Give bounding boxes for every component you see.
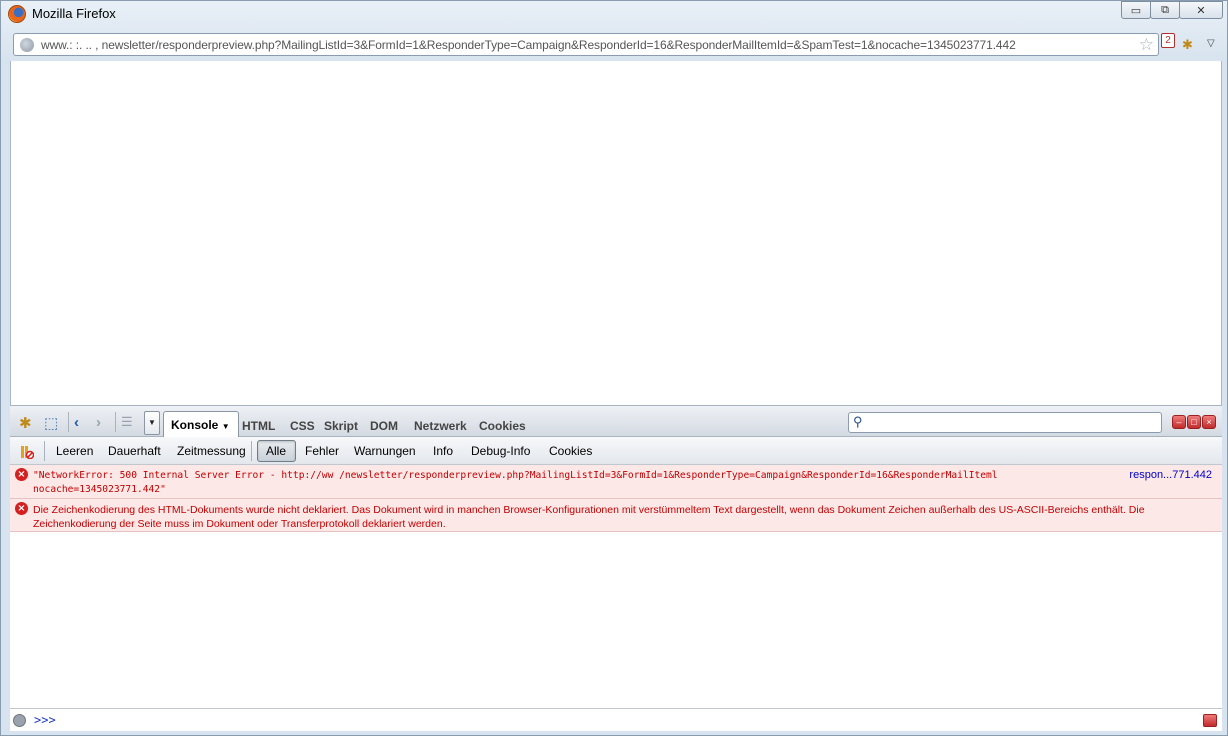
inspect-element-icon[interactable]: ⬚ [44, 414, 58, 432]
maximize-button[interactable]: ⧉ [1150, 1, 1180, 19]
error-message: Die Zeichenkodierung des HTML-Dokuments … [33, 504, 1145, 530]
tab-css[interactable]: CSS [290, 419, 315, 433]
address-dropdown-icon[interactable]: ▽ [1207, 38, 1215, 49]
firebug-minimize-button[interactable]: – [1172, 415, 1186, 429]
toolbar-divider [115, 412, 116, 432]
panel-dropdown-button[interactable]: ▼ [144, 411, 160, 435]
filter-debug-info-button[interactable]: Debug-Info [471, 444, 530, 458]
toolbar-divider [251, 441, 252, 461]
toolbar-divider [68, 412, 69, 432]
error-source-link[interactable]: respon...771.442 [1129, 469, 1212, 481]
error-message-line2: nocache=1345023771.442" [33, 484, 166, 495]
error-icon: × [15, 468, 28, 481]
clear-console-icon[interactable] [20, 445, 34, 459]
command-line: >>> [10, 708, 1222, 731]
address-bar[interactable]: www.: :. .. , newsletter/responderprevie… [13, 33, 1159, 56]
command-clear-icon[interactable] [1203, 714, 1217, 727]
address-path: newsletter/responderpreview.php?MailingL… [101, 38, 1016, 52]
tab-html[interactable]: HTML [242, 419, 275, 433]
command-input[interactable] [66, 712, 1196, 728]
firebug-status-icon[interactable]: ✱ [1182, 37, 1193, 53]
list-icon[interactable]: ☰ [121, 414, 133, 430]
site-identity-icon[interactable] [20, 38, 34, 52]
leeren-button[interactable]: Leeren [56, 444, 93, 458]
firefox-logo-icon [8, 5, 26, 23]
tab-skript[interactable]: Skript [324, 419, 358, 433]
tab-konsole-label: Konsole [171, 418, 219, 432]
address-text[interactable]: www.: :. .. , newsletter/responderprevie… [41, 38, 1016, 52]
title-bar: Mozilla Firefox ▭ ⧉ ✕ [1, 1, 1227, 29]
filter-info-button[interactable]: Info [433, 444, 453, 458]
back-arrow-icon[interactable]: ‹ [74, 414, 79, 431]
address-host: www.: :. .. , [41, 38, 99, 52]
tab-konsole[interactable]: Konsole ▼ [163, 411, 239, 437]
command-editor-icon[interactable] [13, 714, 26, 727]
minimize-button[interactable]: ▭ [1121, 1, 1151, 19]
search-icon: ⚲ [853, 414, 863, 429]
firebug-close-button[interactable]: × [1202, 415, 1216, 429]
console-toolbar: Leeren Dauerhaft Zeitmessung Alle Fehler… [10, 437, 1222, 465]
console-log: × "NetworkError: 500 Internal Server Err… [10, 465, 1222, 708]
filter-fehler-button[interactable]: Fehler [305, 444, 339, 458]
window-title: Mozilla Firefox [32, 6, 116, 21]
page-content [10, 61, 1222, 405]
close-button[interactable]: ✕ [1179, 1, 1223, 19]
tab-netzwerk[interactable]: Netzwerk [414, 419, 467, 433]
firebug-toolbar: ✱ ⬚ ‹ › ☰ ▼ Konsole ▼ HTML CSS Skript DO… [10, 405, 1222, 437]
error-message-line1: "NetworkError: 500 Internal Server Error… [33, 470, 998, 481]
log-row-error[interactable]: × "NetworkError: 500 Internal Server Err… [10, 465, 1222, 499]
filter-cookies-button[interactable]: Cookies [549, 444, 592, 458]
notification-badge[interactable]: 2 [1161, 33, 1175, 48]
filter-warnungen-button[interactable]: Warnungen [354, 444, 416, 458]
toolbar-divider [44, 441, 45, 461]
window-controls: ▭ ⧉ ✕ [1121, 1, 1223, 19]
log-row-error[interactable]: × Die Zeichenkodierung des HTML-Dokument… [10, 499, 1222, 532]
firebug-window-controls: – □ × [1172, 415, 1216, 429]
command-prompt: >>> [34, 713, 56, 727]
tab-cookies[interactable]: Cookies [479, 419, 526, 433]
browser-window: Mozilla Firefox ▭ ⧉ ✕ www.: :. .. , news… [0, 0, 1228, 736]
filter-alle-button[interactable]: Alle [257, 440, 297, 462]
firebug-menu-icon[interactable]: ✱ [19, 414, 32, 432]
bookmark-star-icon[interactable]: ☆ [1139, 35, 1154, 55]
firebug-detach-button[interactable]: □ [1187, 415, 1201, 429]
zeitmessung-button[interactable]: Zeitmessung [177, 444, 246, 458]
firebug-search[interactable]: ⚲ [848, 412, 1162, 433]
forward-arrow-icon[interactable]: › [96, 414, 101, 431]
tab-dom[interactable]: DOM [370, 419, 398, 433]
dauerhaft-button[interactable]: Dauerhaft [108, 444, 161, 458]
error-icon: × [15, 502, 28, 515]
search-input[interactable] [871, 415, 1157, 430]
